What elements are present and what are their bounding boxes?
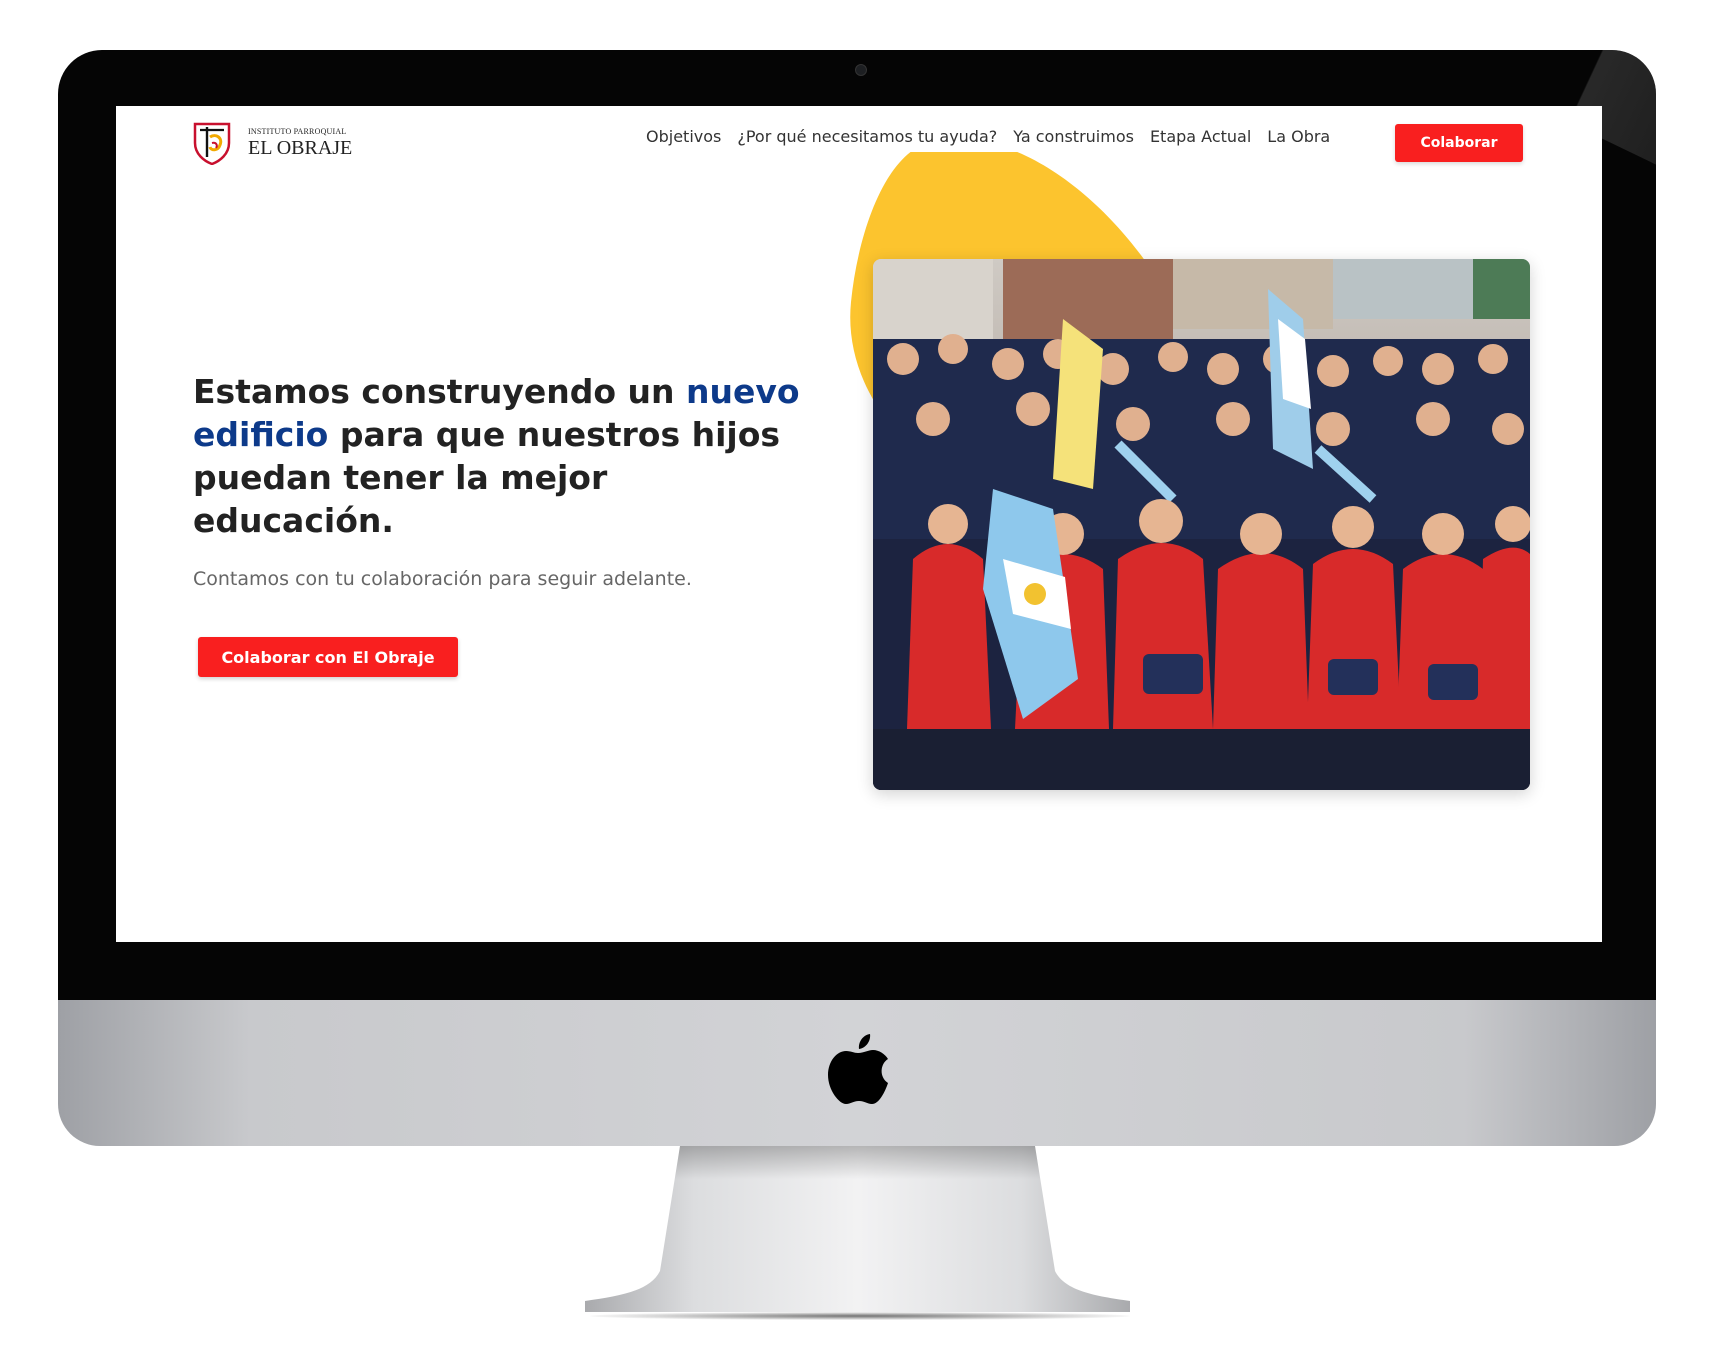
nav-links: Objetivos ¿Por qué necesitamos tu ayuda?… bbox=[646, 127, 1346, 146]
nav-link-ya-construimos[interactable]: Ya construimos bbox=[1013, 127, 1134, 146]
camera-icon bbox=[855, 64, 867, 76]
brand-text: INSTITUTO PARROQUIAL EL OBRAJE bbox=[248, 127, 353, 159]
nav-link-objetivos[interactable]: Objetivos bbox=[646, 127, 721, 146]
nav-link-la-obra[interactable]: La Obra bbox=[1267, 127, 1330, 146]
hero-title: Estamos construyendo un nuevo edificio p… bbox=[193, 370, 813, 542]
monitor-stand bbox=[585, 1146, 1130, 1312]
hero-title-start: Estamos construyendo un bbox=[193, 372, 686, 411]
monitor-bezel: INSTITUTO PARROQUIAL EL OBRAJE Objetivos… bbox=[58, 50, 1656, 1005]
nav-link-etapa-actual[interactable]: Etapa Actual bbox=[1150, 127, 1251, 146]
apple-logo-icon bbox=[828, 1034, 888, 1104]
navbar: INSTITUTO PARROQUIAL EL OBRAJE Objetivos… bbox=[116, 106, 1602, 176]
website-screen: INSTITUTO PARROQUIAL EL OBRAJE Objetivos… bbox=[116, 106, 1602, 942]
stand-shadow bbox=[590, 1312, 1130, 1320]
hero-subtitle: Contamos con tu colaboración para seguir… bbox=[193, 568, 692, 590]
brand-subtitle: INSTITUTO PARROQUIAL bbox=[248, 127, 347, 136]
nav-link-por-que[interactable]: ¿Por qué necesitamos tu ayuda? bbox=[737, 127, 997, 146]
shield-logo-icon bbox=[193, 122, 231, 165]
brand-logo-link[interactable]: INSTITUTO PARROQUIAL EL OBRAJE bbox=[192, 121, 352, 165]
imac-mockup: INSTITUTO PARROQUIAL EL OBRAJE Objetivos… bbox=[0, 0, 1713, 1366]
colaborar-hero-button[interactable]: Colaborar con El Obraje bbox=[198, 637, 458, 677]
hero-photo bbox=[873, 259, 1530, 790]
students-parade-photo-icon bbox=[873, 259, 1530, 790]
colaborar-nav-button[interactable]: Colaborar bbox=[1395, 124, 1523, 162]
monitor-chin bbox=[58, 1000, 1656, 1146]
brand-name: EL OBRAJE bbox=[248, 137, 353, 159]
